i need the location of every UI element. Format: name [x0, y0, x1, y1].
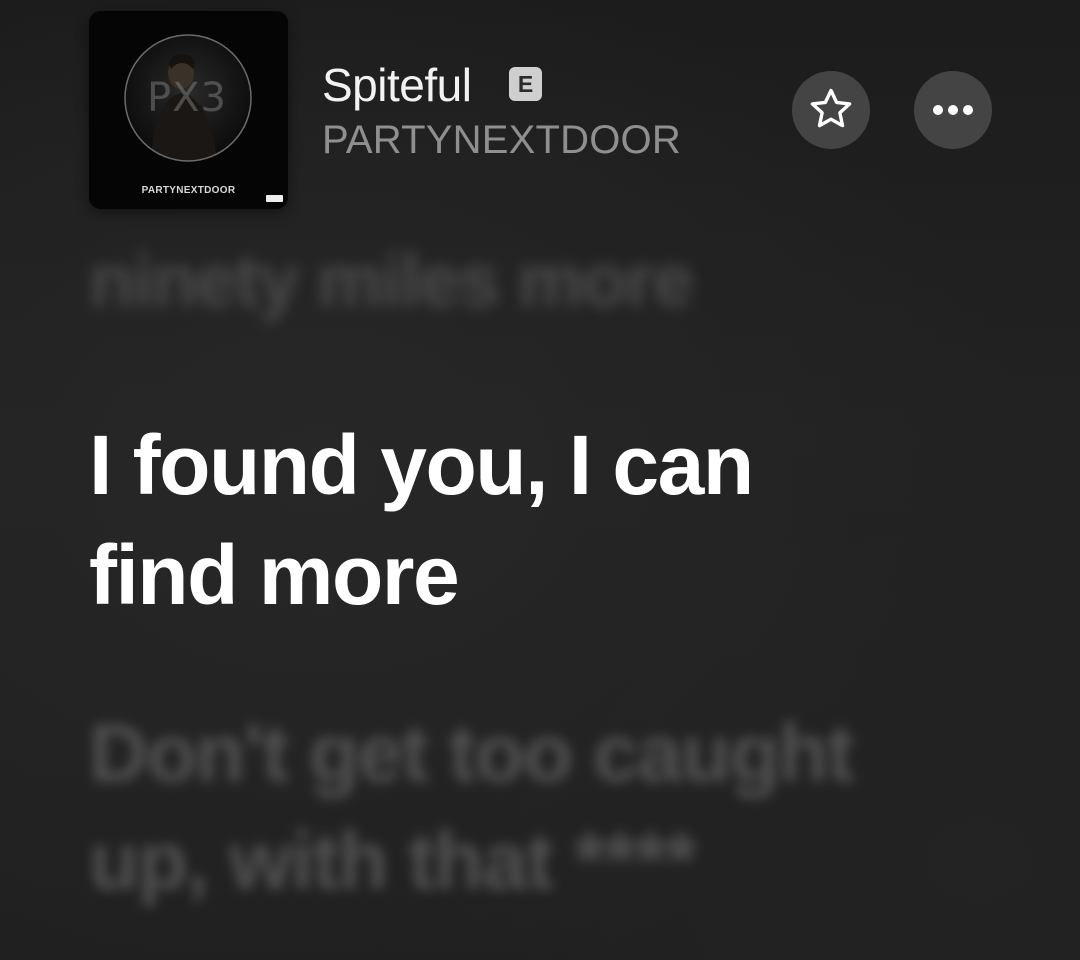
favorite-button[interactable]	[792, 71, 870, 149]
more-options-button[interactable]	[914, 71, 992, 149]
explicit-badge: E	[509, 67, 542, 101]
lyric-next-line-1: Don't get too caught	[89, 708, 854, 799]
lyric-line-current[interactable]: I found you, I can find more	[89, 410, 754, 630]
lyric-current-line-2: find more	[89, 528, 460, 622]
lyric-current-line-1: I found you, I can	[89, 418, 754, 512]
lyrics-screen: PX3 PARTYNEXTDOOR Spiteful E PARTYNEXTDO…	[0, 0, 1080, 960]
lyric-line-next[interactable]: Don't get too caught up, with that ****	[89, 700, 854, 916]
ellipsis-icon	[933, 105, 973, 115]
album-art-artist-text: PARTYNEXTDOOR	[141, 185, 236, 196]
lyric-line-previous[interactable]: ninety miles more	[89, 236, 694, 326]
lyric-next-line-2: up, with that ****	[89, 816, 697, 907]
album-art-mark: PX3	[147, 75, 227, 121]
album-artwork[interactable]: PX3 PARTYNEXTDOOR	[89, 11, 288, 209]
artist-name[interactable]: PARTYNEXTDOOR	[322, 118, 681, 163]
track-title: Spiteful	[322, 59, 472, 111]
parental-advisory-label	[266, 195, 283, 202]
star-icon	[810, 88, 852, 128]
